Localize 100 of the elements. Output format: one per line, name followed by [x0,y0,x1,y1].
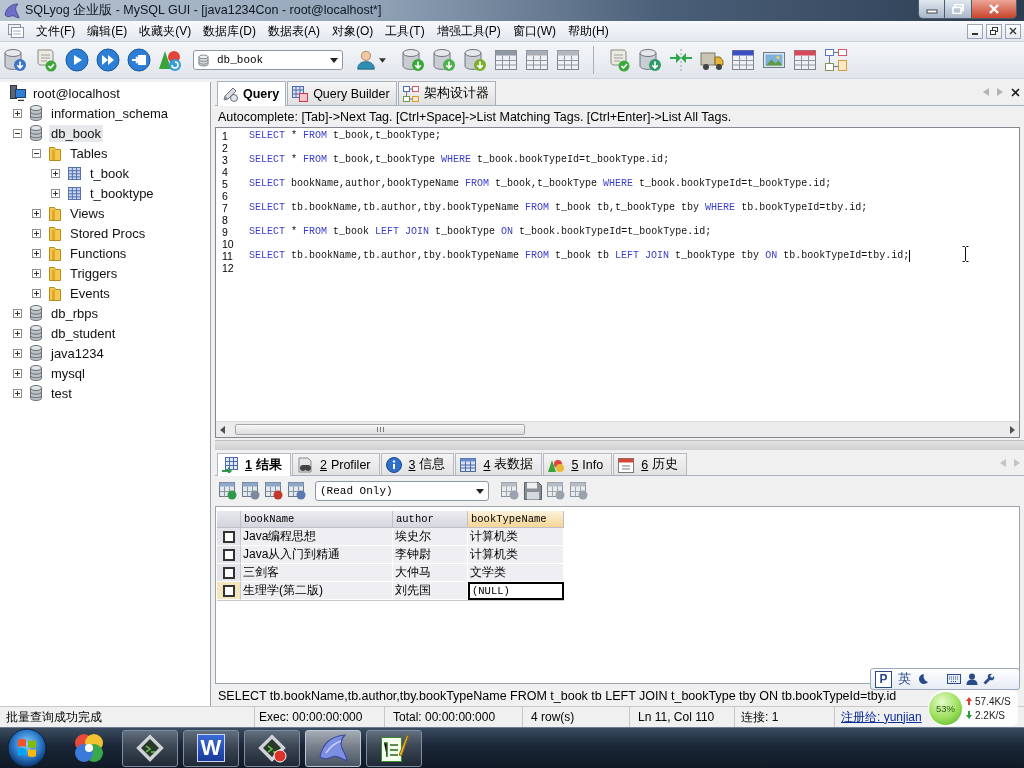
compare-arrows-icon[interactable] [669,48,693,72]
close-icon[interactable] [1011,87,1020,97]
expand-icon[interactable] [32,208,41,218]
input-mode-button[interactable]: P [875,670,892,688]
expand-icon[interactable] [13,308,22,318]
expand-icon[interactable] [51,168,60,178]
tree-item[interactable]: mysql [49,364,87,382]
scroll-left-icon[interactable] [220,425,225,434]
expand-icon[interactable] [32,268,41,278]
menu-item[interactable]: 帮助(H) [562,21,615,41]
menu-item[interactable]: 数据库(D) [197,21,262,41]
result-tab[interactable]: 3 信息 [380,453,455,475]
table-delete-icon[interactable] [570,482,588,500]
table-add-icon[interactable] [288,482,306,500]
column-header[interactable]: bookTypeName [468,511,564,528]
result-tab[interactable]: 1 结果 [217,453,291,476]
table-icon[interactable] [793,48,817,72]
row-checkbox[interactable] [222,584,235,597]
row-checkbox[interactable] [222,530,235,543]
menu-item[interactable]: 对象(O) [326,21,380,41]
restore-button[interactable] [945,0,972,19]
scroll-icon[interactable] [607,48,631,72]
expand-icon[interactable] [13,348,22,358]
tree-item[interactable]: Events [68,284,112,302]
row-checkbox[interactable] [222,548,235,561]
wrench-icon[interactable] [983,673,995,685]
result-tab[interactable]: 4 表数据 [455,453,543,475]
user-icon[interactable] [356,49,376,71]
menu-item[interactable]: 数据表(A) [262,21,326,41]
tree-item[interactable]: Triggers [68,264,120,282]
menu-item[interactable]: 文件(F) [30,21,82,41]
query-tab[interactable]: Query [217,81,287,106]
database-download-icon[interactable] [401,48,425,72]
row-header[interactable] [217,528,241,546]
query-tab[interactable]: 架构设计器 [397,81,496,105]
expand-icon[interactable] [32,288,41,298]
collapse-icon[interactable] [13,128,22,138]
tree-item[interactable]: Functions [68,244,129,262]
sql-editor[interactable] [215,127,1020,438]
table-window-icon[interactable] [265,482,283,500]
table-add-icon[interactable] [242,482,260,500]
menu-item[interactable]: 工具(T) [379,21,431,41]
save-icon[interactable] [524,482,542,500]
taskbar-button[interactable]: W [183,729,239,767]
taskbar-button[interactable] [122,729,178,767]
export-icon[interactable] [127,48,151,72]
menu-item[interactable]: 编辑(E) [81,21,134,41]
row-header[interactable] [217,564,241,582]
tree-item[interactable]: test [49,384,74,402]
expand-icon[interactable] [13,328,22,338]
scroll-right-icon[interactable] [1010,425,1015,434]
table-icon[interactable] [494,48,518,72]
column-header[interactable]: bookName [241,511,393,528]
result-tab[interactable]: 5 Info [543,453,613,475]
moon-icon[interactable] [917,673,929,685]
taskbar-button[interactable] [244,729,300,767]
row-checkbox[interactable] [222,566,235,579]
table-remove-icon[interactable] [547,482,565,500]
database-sync-icon[interactable] [638,48,662,72]
tree-item[interactable]: Tables [68,144,110,162]
caret-icon[interactable] [379,57,386,63]
database-download-icon[interactable] [432,48,456,72]
registration-link[interactable]: 注册给: yunjian [841,708,922,726]
expand-icon[interactable] [51,188,60,198]
user-icon[interactable] [966,673,978,685]
taskbar-button[interactable] [366,729,422,767]
minimize-button[interactable] [918,0,945,19]
minimize-button[interactable] [967,23,983,39]
tree-item[interactable]: t_booktype [88,184,156,202]
expand-icon[interactable] [32,228,41,238]
tree-item[interactable]: Stored Procs [68,224,148,242]
database-icon[interactable] [3,48,27,72]
result-tab[interactable]: 6 历史 [613,453,688,475]
tree-item[interactable]: db_rbps [49,304,100,322]
column-header[interactable]: author [393,511,468,528]
document-icon[interactable] [8,24,24,38]
tree-item[interactable]: Views [68,204,107,222]
tree-item[interactable]: db_book [49,124,103,142]
play-icon[interactable] [65,48,89,72]
tree-item[interactable]: information_schema [49,104,171,122]
table-icon[interactable] [525,48,549,72]
expand-icon[interactable] [13,368,22,378]
tree-item[interactable]: db_student [49,324,118,342]
database-import-icon[interactable] [463,48,487,72]
scroll-icon[interactable] [34,48,58,72]
collapse-icon[interactable] [32,148,41,158]
tree-item[interactable]: t_book [88,164,132,182]
query-tab[interactable]: Query Builder [287,81,397,105]
tree-item[interactable]: root@localhost [31,84,122,102]
menu-item[interactable]: 增强工具(P) [430,21,507,41]
result-mode-dropdown[interactable]: (Read Only) [315,481,489,501]
restore-button[interactable] [986,23,1002,39]
table-icon[interactable] [731,48,755,72]
close-button[interactable] [972,0,1017,19]
fast-forward-icon[interactable] [96,48,120,72]
keyboard-icon[interactable] [947,674,961,684]
expand-icon[interactable] [13,108,22,118]
row-header[interactable] [217,582,241,600]
language-button[interactable]: 英 [897,670,912,688]
table-icon[interactable] [556,48,580,72]
